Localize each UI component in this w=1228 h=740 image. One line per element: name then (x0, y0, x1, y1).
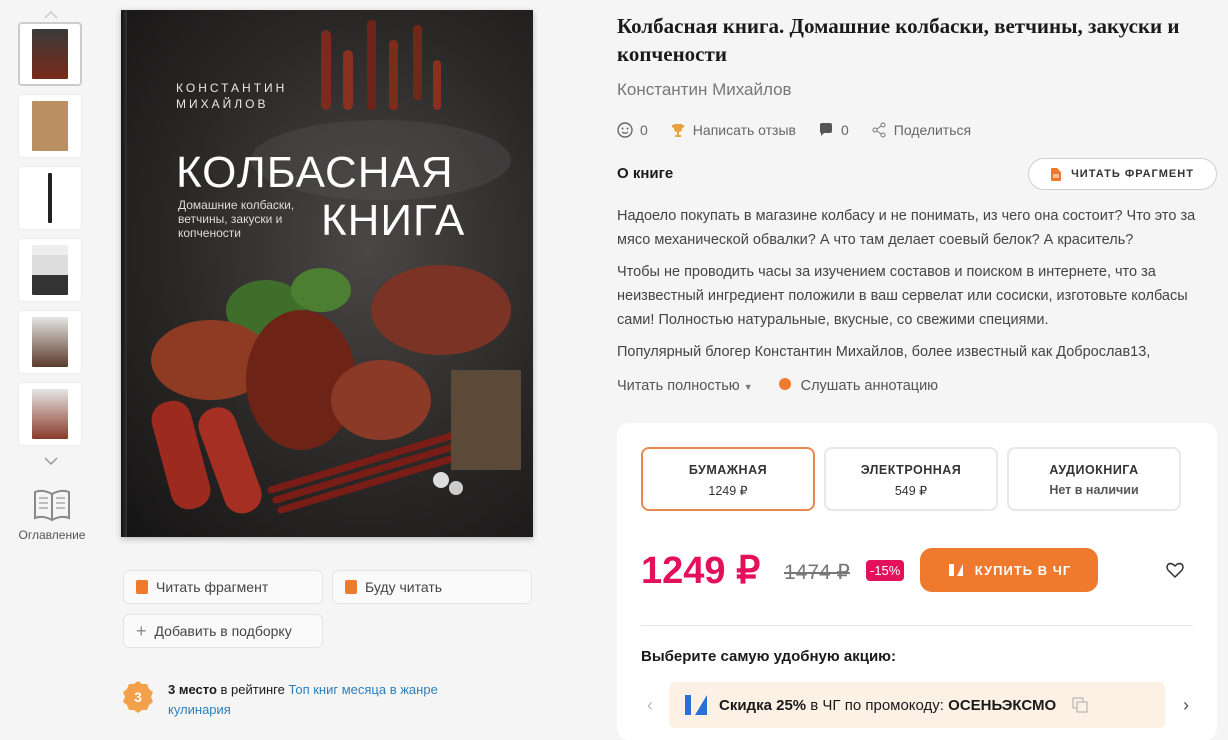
format-name: БУМАЖНАЯ (688, 463, 768, 477)
write-review-button[interactable]: Написать отзыв (670, 122, 796, 138)
chevron-left-icon[interactable]: ‹ (647, 695, 653, 716)
copy-icon[interactable] (1072, 697, 1088, 713)
read-more-link[interactable]: Читать полностью ▼ (617, 378, 753, 394)
thumbnail-6[interactable] (18, 382, 82, 446)
read-fragment-pill-button[interactable]: ЧИТАТЬ ФРАГМЕНТ (1028, 158, 1217, 190)
document-icon (1051, 167, 1062, 181)
cover-title-line1: КОЛБАСНАЯ (176, 148, 454, 197)
rating-in: в рейтинге (216, 682, 289, 697)
will-read-label: Буду читать (365, 579, 443, 595)
divider (641, 625, 1193, 626)
share-label: Поделиться (893, 122, 972, 138)
promo-discount: Скидка 25% (719, 696, 807, 714)
format-audiobook[interactable]: АУДИОКНИГА Нет в наличии (1007, 447, 1181, 511)
about-heading: О книге (617, 165, 674, 182)
promo-text: в ЧГ по промокоду: (806, 696, 949, 714)
book-cover[interactable]: КОНСТАНТИН МИХАЙЛОВ КОЛБАСНАЯ Домашние к… (121, 10, 533, 537)
toc-label: Оглавление (18, 528, 86, 542)
discount-badge: -15% (866, 560, 905, 581)
buy-button-label: КУПИТЬ В ЧГ (974, 562, 1072, 578)
buy-button[interactable]: КУПИТЬ В ЧГ (920, 548, 1098, 592)
comments-button[interactable]: 0 (818, 122, 849, 138)
format-paper[interactable]: БУМАЖНАЯ 1249 ₽ (641, 447, 815, 511)
read-fragment-pill-label: ЧИТАТЬ ФРАГМЕНТ (1071, 168, 1194, 180)
chevron-right-icon[interactable]: › (1183, 695, 1189, 716)
medal-icon: 3 (123, 681, 153, 713)
promo-card[interactable]: Скидка 25% в ЧГ по промокоду: ОСЕНЬЭКСМО (669, 682, 1165, 728)
thumbnail-4[interactable] (18, 238, 82, 302)
old-price: 1474 ₽ (784, 561, 850, 584)
book-title: Колбасная книга. Домашние колбаски, ветч… (617, 14, 1180, 66)
rating-block: 3 3 место в рейтинге Топ книг месяца в ж… (122, 680, 488, 720)
likes-count: 0 (640, 122, 648, 138)
smile-icon (617, 122, 633, 138)
plus-icon: + (136, 620, 147, 641)
format-price: 1249 ₽ (708, 484, 748, 498)
cover-title-line2: КНИГА (321, 196, 466, 245)
promo-heading: Выберите самую удобную акцию: (641, 648, 896, 665)
share-button[interactable]: Поделиться (871, 122, 971, 138)
listen-annotation-link[interactable]: Слушать аннотацию (778, 378, 938, 394)
cover-spine (121, 10, 127, 537)
comments-count: 0 (840, 122, 849, 138)
read-fragment-label: Читать фрагмент (156, 579, 269, 595)
will-read-button[interactable]: Буду читать (332, 570, 532, 604)
open-book-icon (34, 489, 70, 522)
caret-down-icon: ▼ (743, 382, 753, 392)
heart-icon[interactable] (1166, 562, 1184, 578)
format-name: АУДИОКНИГА (1049, 463, 1139, 477)
thumbnail-1[interactable] (18, 22, 82, 86)
description-paragraph: Популярный блогер Константин Михайлов, б… (617, 344, 1151, 360)
add-to-collection-button[interactable]: + Добавить в подборку (123, 614, 323, 648)
comment-icon (819, 123, 832, 136)
purchase-card: БУМАЖНАЯ 1249 ₽ ЭЛЕКТРОННАЯ 549 ₽ АУДИОК… (617, 423, 1217, 740)
likes-button[interactable]: 0 (617, 122, 648, 138)
meta-bar: 0 Написать отзыв 0 Поделиться (617, 122, 993, 138)
thumbnail-strip (18, 8, 84, 468)
thumbnail-5[interactable] (18, 310, 82, 374)
promo-code: ОСЕНЬЭКСМО (948, 696, 1057, 714)
format-ebook[interactable]: ЭЛЕКТРОННАЯ 549 ₽ (824, 447, 998, 511)
trophy-icon (671, 124, 684, 137)
description-actions: Читать полностью ▼ Слушать аннотацию (617, 378, 938, 394)
share-icon (872, 122, 886, 138)
book-description: Надоело покупать в магазине колбасу и не… (617, 204, 1217, 372)
read-fragment-button[interactable]: Читать фрагмент (123, 570, 323, 604)
format-availability: Нет в наличии (1049, 483, 1139, 497)
chevron-up-icon[interactable] (18, 8, 84, 22)
format-price: 549 ₽ (894, 484, 928, 498)
cover-author: КОНСТАНТИН МИХАЙЛОВ (176, 81, 288, 111)
rating-place: 3 место (168, 682, 217, 697)
chg-logo-icon (685, 695, 707, 715)
book-author[interactable]: Константин Михайлов (617, 80, 792, 100)
description-paragraph: Чтобы не проводить часы за изучением сос… (617, 264, 1188, 328)
add-to-collection-label: Добавить в подборку (154, 623, 292, 639)
chg-logo-icon (948, 564, 963, 576)
chevron-down-icon[interactable] (18, 454, 84, 468)
table-of-contents-button[interactable]: Оглавление (14, 488, 90, 542)
thumbnail-3[interactable] (18, 166, 82, 230)
play-icon (778, 378, 791, 390)
thumbnail-2[interactable] (18, 94, 82, 158)
description-paragraph: Надоело покупать в магазине колбасу и не… (617, 208, 1196, 248)
format-name: ЭЛЕКТРОННАЯ (860, 463, 962, 477)
bookmark-plus-icon (345, 580, 357, 594)
current-price: 1249 ₽ (641, 550, 761, 592)
document-icon (136, 580, 148, 594)
cover-subtitle: Домашние колбаски, ветчины, закуски и ко… (178, 198, 295, 240)
write-review-label: Написать отзыв (692, 122, 796, 138)
svg-text:3: 3 (134, 689, 142, 705)
